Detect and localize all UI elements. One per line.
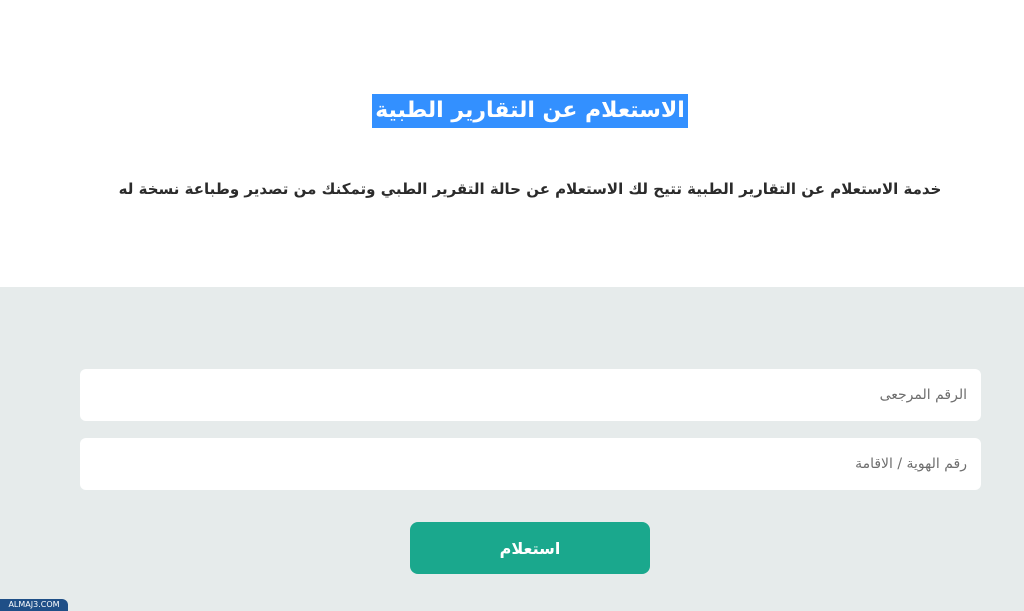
reference-number-input[interactable] xyxy=(80,369,981,421)
id-number-input[interactable] xyxy=(80,438,981,490)
inquiry-form: استعلام xyxy=(0,287,1024,611)
page: الاستعلام عن التقارير الطبية خدمة الاستع… xyxy=(0,0,1024,611)
page-description: خدمة الاستعلام عن التقارير الطبية تتيح ل… xyxy=(118,180,942,198)
inquiry-submit-button[interactable]: استعلام xyxy=(410,522,650,574)
site-watermark: ALMAJ3.COM xyxy=(0,599,68,611)
page-title: الاستعلام عن التقارير الطبية xyxy=(372,94,688,128)
header-section: الاستعلام عن التقارير الطبية خدمة الاستع… xyxy=(0,0,1024,287)
title-wrapper: الاستعلام عن التقارير الطبية xyxy=(0,94,1024,128)
